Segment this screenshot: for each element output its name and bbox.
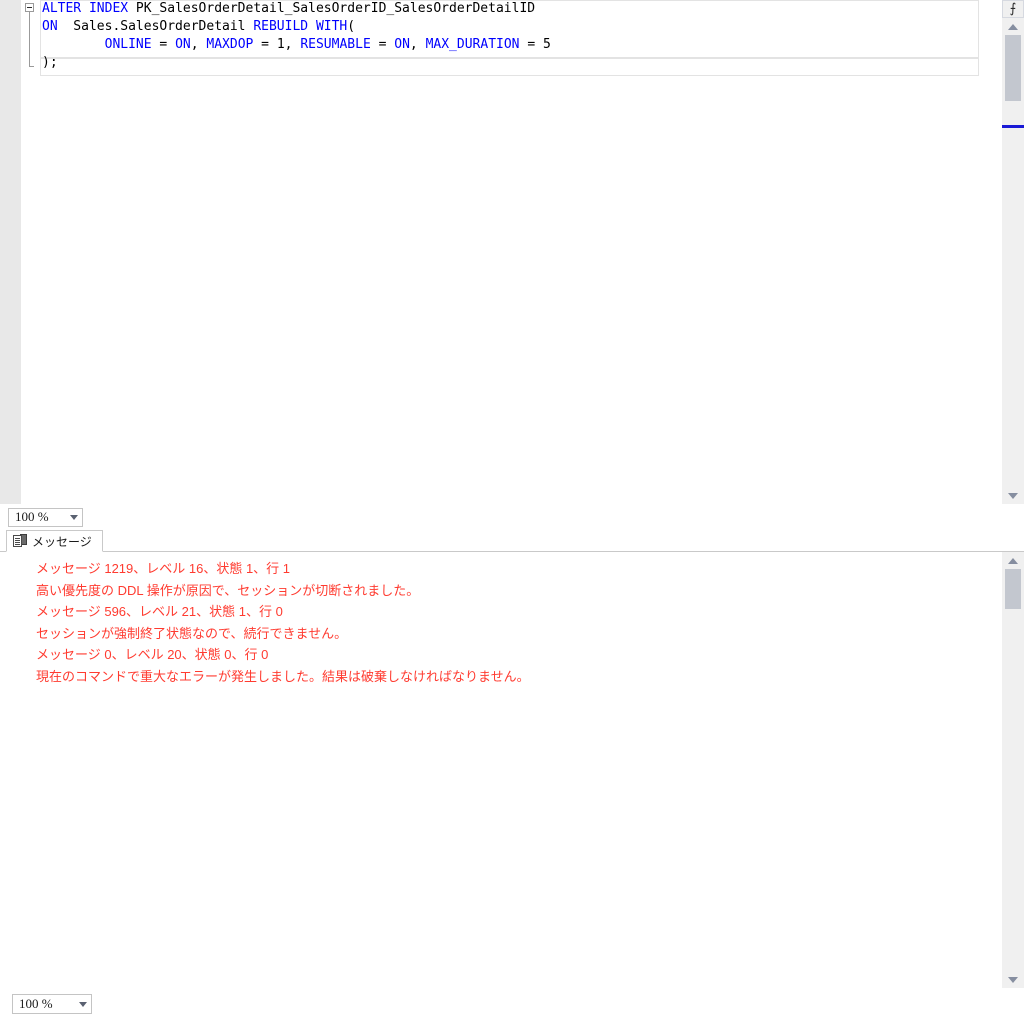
messages-scroll-track[interactable] (1002, 569, 1024, 971)
messages-area[interactable]: メッセージ 1219、レベル 16、状態 1、行 1 高い優先度の DDL 操作が… (0, 552, 1024, 988)
code-line[interactable]: ); (40, 54, 1001, 72)
message-line: メッセージ 1219、レベル 16、状態 1、行 1 (36, 561, 291, 576)
editor-scroll-track[interactable] (1002, 35, 1024, 487)
message-line: メッセージ 0、レベル 20、状態 0、行 0 (36, 647, 269, 662)
code-token: RESUMABLE (300, 37, 371, 52)
code-token: , (284, 37, 301, 52)
tab-messages-label: メッセージ (32, 534, 92, 549)
message-line: メッセージ 596、レベル 21、状態 1、行 0 (36, 604, 283, 619)
editor-scroll-thumb[interactable] (1005, 35, 1021, 101)
code-token: ON (175, 37, 191, 52)
message-line: 現在のコマンドで重大なエラーが発生しました。結果は破棄しなければなりません。 (36, 668, 530, 684)
collapse-region-icon[interactable] (25, 3, 34, 12)
message-line: 高い優先度の DDL 操作が原因で、セッションが切断されました。 (36, 582, 420, 598)
messages-icon (13, 534, 27, 548)
editor-vertical-scrollbar[interactable]: ⨍ (1001, 0, 1024, 504)
results-pane: メッセージ メッセージ 1219、レベル 16、状態 1、行 1 高い優先度の D… (0, 529, 1024, 1019)
tab-messages[interactable]: メッセージ (6, 530, 103, 552)
split-horizontal-icon[interactable]: ⨍ (1002, 0, 1024, 18)
code-token: MAX_DURATION (425, 37, 520, 52)
code-lines[interactable]: ALTER INDEX PK_SalesOrderDetail_SalesOrd… (40, 0, 1001, 72)
code-token: , (409, 37, 426, 52)
code-token: ON (394, 37, 410, 52)
code-token: ALTER (42, 1, 82, 16)
chevron-down-icon[interactable] (70, 514, 78, 520)
code-token: ( (347, 19, 356, 34)
code-token: PK_SalesOrderDetail_SalesOrderID_SalesOr… (128, 1, 536, 16)
scroll-down-icon[interactable] (1002, 971, 1024, 988)
code-token: MAXDOP (206, 37, 254, 52)
message-line: セッションが強制終了状態なので、続行できません。 (36, 625, 348, 641)
code-token: ON (42, 19, 58, 34)
code-token: Sales.SalesOrderDetail (57, 19, 254, 34)
editor-zoom-value: 100 % (15, 509, 49, 524)
code-token: ); (42, 55, 58, 70)
editor-zoom-select[interactable]: 100 % (8, 507, 83, 527)
code-token: = (151, 37, 176, 52)
code-token: 5 (542, 37, 551, 52)
editor-outlining-margin[interactable] (21, 0, 40, 504)
query-editor-pane: ALTER INDEX PK_SalesOrderDetail_SalesOrd… (0, 0, 1024, 504)
code-token: ONLINE (104, 37, 152, 52)
code-token: = (370, 37, 395, 52)
results-zoom-value: 100 % (19, 996, 53, 1011)
fold-region-line (29, 12, 34, 67)
editor-indicator-margin[interactable] (0, 0, 21, 504)
code-line[interactable]: ONLINE = ON, MAXDOP = 1, RESUMABLE = ON,… (40, 36, 1001, 54)
code-line[interactable]: ALTER INDEX PK_SalesOrderDetail_SalesOrd… (40, 0, 1001, 18)
messages-scroll-thumb[interactable] (1005, 569, 1021, 609)
code-token: 1 (276, 37, 285, 52)
code-token: , (190, 37, 207, 52)
code-line[interactable]: ON Sales.SalesOrderDetail REBUILD WITH( (40, 18, 1001, 36)
scroll-up-icon[interactable] (1002, 18, 1024, 35)
results-zoom-select[interactable]: 100 % (12, 994, 92, 1014)
code-text-area[interactable]: ALTER INDEX PK_SalesOrderDetail_SalesOrd… (40, 0, 1001, 504)
code-token: INDEX (88, 1, 129, 16)
editor-body[interactable]: ALTER INDEX PK_SalesOrderDetail_SalesOrd… (0, 0, 1001, 504)
results-tab-strip[interactable]: メッセージ (0, 529, 1024, 552)
messages-text[interactable]: メッセージ 1219、レベル 16、状態 1、行 1 高い優先度の DDL 操作が… (0, 552, 1001, 988)
code-token: WITH (315, 19, 348, 34)
scroll-position-marker (1002, 125, 1024, 128)
sql-editor-window: ALTER INDEX PK_SalesOrderDetail_SalesOrd… (0, 0, 1024, 1019)
code-token: = (519, 37, 543, 52)
scroll-up-icon[interactable] (1002, 552, 1024, 569)
split-handle-glyph: ⨍ (1009, 1, 1017, 17)
messages-vertical-scrollbar[interactable] (1001, 552, 1024, 988)
chevron-down-icon[interactable] (79, 1001, 87, 1007)
results-zoom-bar: 100 % (0, 988, 1024, 1019)
editor-zoom-bar: 100 % (0, 504, 1024, 529)
code-token: = (253, 37, 277, 52)
scroll-down-icon[interactable] (1002, 487, 1024, 504)
code-token: REBUILD (253, 19, 309, 34)
